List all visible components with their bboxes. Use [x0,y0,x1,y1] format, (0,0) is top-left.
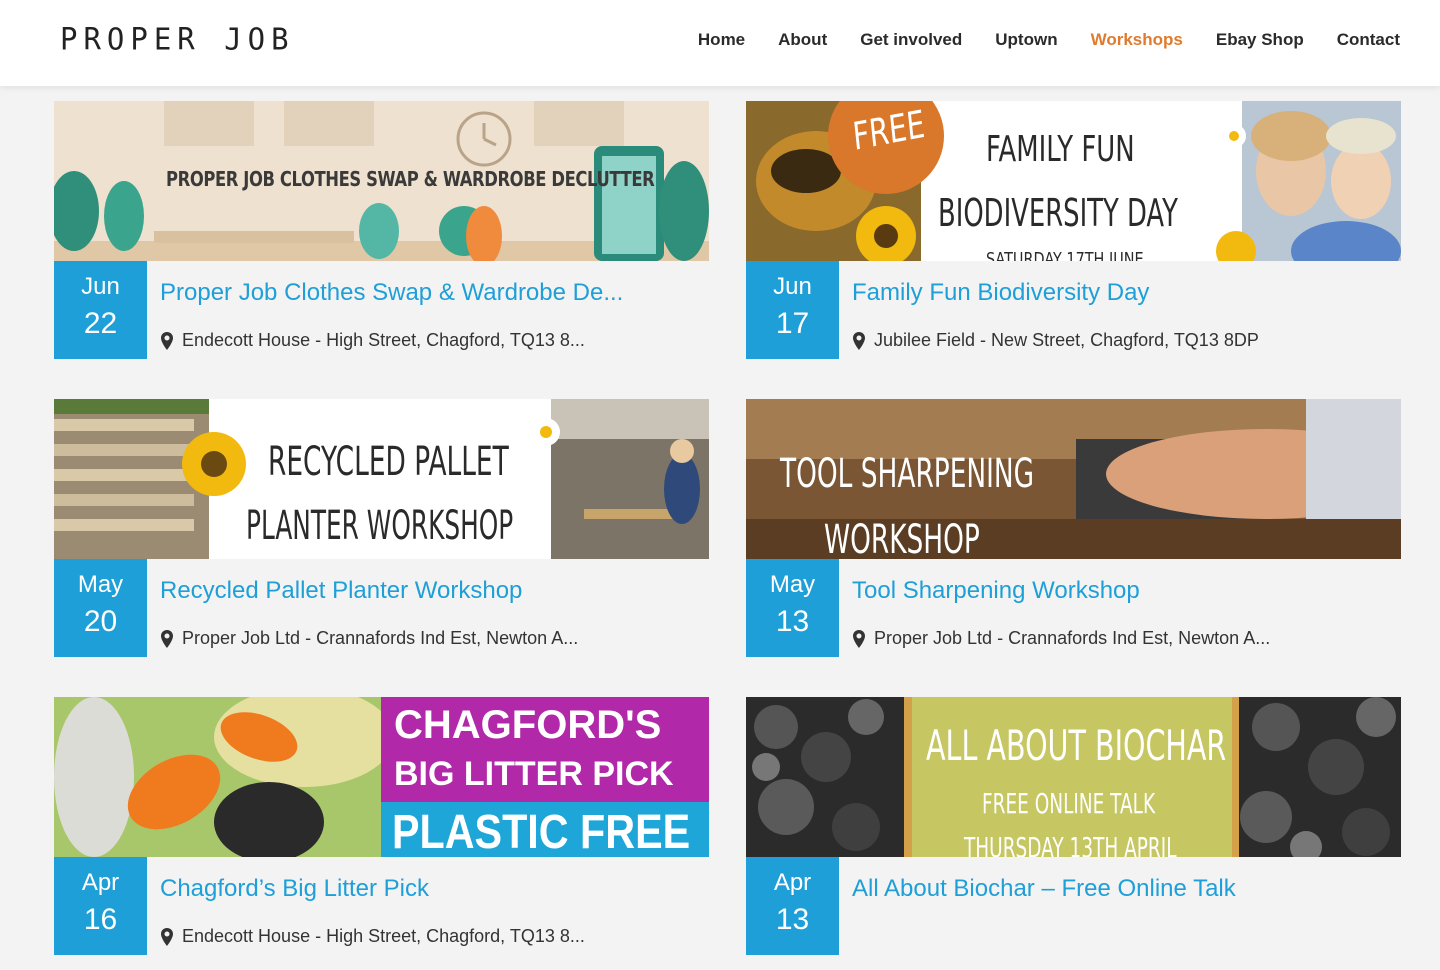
event-banner-biochar[interactable]: ALL ABOUT BIOCHAR FREE ONLINE TALK THURS… [746,697,1401,857]
nav-contact[interactable]: Contact [1337,30,1400,50]
banner-text: TOOL SHARPENING [780,451,1035,497]
main-nav: Home About Get involved Uptown Workshops… [698,30,1400,50]
event-day: 22 [83,307,118,340]
banner-text: BIODIVERSITY DAY [938,191,1178,235]
event-location: Endecott House - High Street, Chagford, … [160,926,585,947]
event-location-text: Endecott House - High Street, Chagford, … [182,926,585,946]
nav-uptown[interactable]: Uptown [995,30,1057,50]
banner-text: THURSDAY 13TH APRIL [964,831,1177,857]
banner-text: PLANTER WORKSHOP [246,503,514,549]
event-day: 17 [775,307,810,340]
event-card[interactable]: TOOL SHARPENING WORKSHOP May 13 Tool Sha… [746,399,1401,657]
event-location: Proper Job Ltd - Crannafords Ind Est, Ne… [160,628,578,649]
event-month: Apr [773,869,812,896]
event-month: May [77,571,124,598]
event-info: Family Fun Biodiversity Day Jubilee Fiel… [839,261,1401,359]
event-info: Proper Job Clothes Swap & Wardrobe De...… [147,261,709,359]
site-logo[interactable]: PROPER JOB [60,21,295,57]
event-location-text: Endecott House - High Street, Chagford, … [182,330,585,350]
banner-text: PLASTIC FREE [392,806,691,857]
location-pin-icon [853,629,865,648]
location-pin-icon [161,927,173,946]
banner-text: RECYCLED PALLET [268,439,509,485]
event-location-text: Jubilee Field - New Street, Chagford, TQ… [874,330,1259,350]
event-card[interactable]: ALL ABOUT BIOCHAR FREE ONLINE TALK THURS… [746,697,1401,955]
event-date: Apr 13 [746,857,839,955]
event-date: Jun 17 [746,261,839,359]
banner-text: FAMILY FUN [986,129,1135,170]
event-day: 13 [775,903,810,936]
site-header: PROPER JOB Home About Get involved Uptow… [0,0,1440,86]
event-info: Tool Sharpening Workshop Proper Job Ltd … [839,559,1401,657]
nav-home[interactable]: Home [698,30,745,50]
location-pin-icon [161,629,173,648]
banner-text: WORKSHOP [824,517,980,559]
event-location-text: Proper Job Ltd - Crannafords Ind Est, Ne… [182,628,579,648]
event-title-link[interactable]: Chagford’s Big Litter Pick [160,875,429,903]
location-pin-icon [161,331,173,350]
event-title-link[interactable]: All About Biochar – Free Online Talk [852,875,1236,903]
event-title-link[interactable]: Proper Job Clothes Swap & Wardrobe De... [160,279,623,307]
event-date: Apr 16 [54,857,147,955]
event-title-link[interactable]: Tool Sharpening Workshop [852,577,1140,605]
event-month: May [769,571,816,598]
event-title-link[interactable]: Family Fun Biodiversity Day [852,279,1149,307]
event-date: May 20 [54,559,147,657]
event-banner-biodiversity[interactable]: FREE FAMILY FUN BIODIVERSITY DAY SATURDA… [746,101,1401,261]
banner-text: ALL ABOUT BIOCHAR [926,721,1227,770]
banner-text: SATURDAY 17TH JUNE [986,249,1144,261]
event-banner-tool-sharpening[interactable]: TOOL SHARPENING WORKSHOP [746,399,1401,559]
banner-text: PROPER JOB CLOTHES SWAP & WARDROBE DECLU… [166,167,655,191]
event-date: May 13 [746,559,839,657]
location-pin-icon [853,331,865,350]
event-card[interactable]: PROPER JOB CLOTHES SWAP & WARDROBE DECLU… [54,101,709,359]
event-info: Chagford’s Big Litter Pick Endecott Hous… [147,857,709,955]
event-banner-pallet-planter[interactable]: RECYCLED PALLET PLANTER WORKSHOP [54,399,709,559]
event-location: Endecott House - High Street, Chagford, … [160,330,585,351]
event-location: Jubilee Field - New Street, Chagford, TQ… [852,330,1259,351]
event-banner-clothes-swap[interactable]: PROPER JOB CLOTHES SWAP & WARDROBE DECLU… [54,101,709,261]
event-card[interactable]: FREE FAMILY FUN BIODIVERSITY DAY SATURDA… [746,101,1401,359]
nav-ebay-shop[interactable]: Ebay Shop [1216,30,1304,50]
event-info: Recycled Pallet Planter Workshop Proper … [147,559,709,657]
event-month: Apr [81,869,120,896]
event-location-text: Proper Job Ltd - Crannafords Ind Est, Ne… [874,628,1271,648]
banner-text: CHAGFORD'S [394,703,662,747]
event-date: Jun 22 [54,261,147,359]
event-card[interactable]: RECYCLED PALLET PLANTER WORKSHOP May 20 … [54,399,709,657]
event-location: Proper Job Ltd - Crannafords Ind Est, Ne… [852,628,1270,649]
nav-get-involved[interactable]: Get involved [860,30,962,50]
event-day: 20 [83,605,118,638]
event-day: 13 [775,605,810,638]
event-title-link[interactable]: Recycled Pallet Planter Workshop [160,577,522,605]
event-info: All About Biochar – Free Online Talk [839,857,1401,955]
event-month: Jun [81,273,120,300]
banner-text: BIG LITTER PICK [394,755,674,793]
nav-about[interactable]: About [778,30,827,50]
event-banner-litter-pick[interactable]: CHAGFORD'S BIG LITTER PICK PLASTIC FREE [54,697,709,857]
nav-workshops[interactable]: Workshops [1091,30,1183,50]
event-day: 16 [83,903,118,936]
event-card[interactable]: CHAGFORD'S BIG LITTER PICK PLASTIC FREE … [54,697,709,955]
banner-text: FREE ONLINE TALK [982,787,1156,820]
event-month: Jun [773,273,812,300]
